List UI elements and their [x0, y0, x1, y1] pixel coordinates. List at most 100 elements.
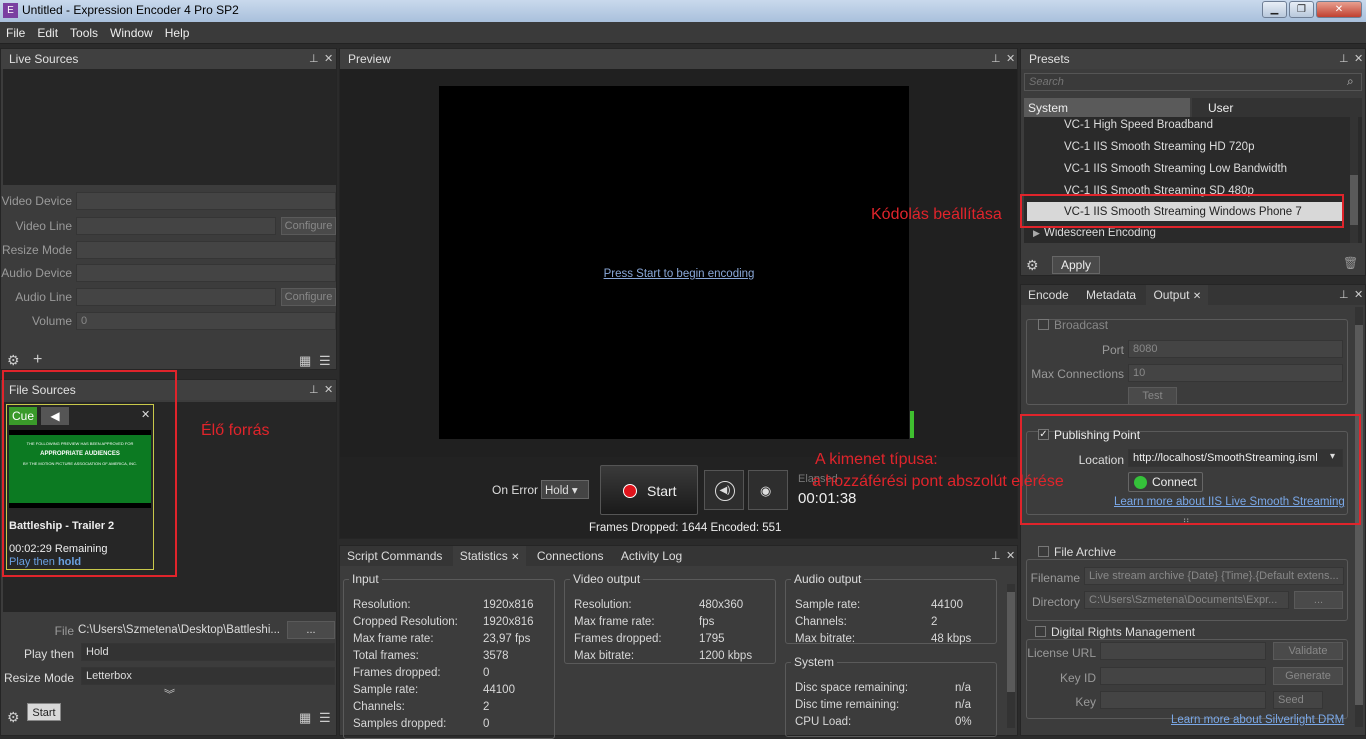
close-icon[interactable]: ✕	[1193, 291, 1201, 302]
audio-device-select[interactable]	[76, 264, 336, 282]
audio-output-title: Audio output	[791, 572, 865, 586]
tab-connections[interactable]: Connections	[530, 546, 611, 566]
preset-item[interactable]: VC-1 IIS Smooth Streaming Low Bandwidth	[1064, 163, 1287, 175]
trash-icon[interactable]: 🗑	[1343, 256, 1358, 270]
generate-button[interactable]: Generate	[1273, 667, 1343, 685]
browse-button[interactable]: ...	[287, 621, 335, 639]
audio-button[interactable]: ◀)	[704, 470, 744, 510]
pin-icon[interactable]: ⊥	[309, 383, 319, 396]
list-view-icon[interactable]: ☰	[319, 710, 331, 726]
add-icon[interactable]: +	[33, 351, 42, 369]
stat-value: 23,97 fps	[483, 633, 531, 645]
license-url-field[interactable]	[1100, 642, 1266, 660]
scrollbar[interactable]	[1007, 584, 1015, 728]
gear-icon[interactable]: ⚙	[7, 352, 20, 369]
video-configure-button[interactable]: Configure	[281, 217, 336, 235]
close-icon[interactable]: ✕	[1006, 549, 1015, 562]
pin-icon[interactable]: ⊥	[991, 549, 1001, 562]
menu-window[interactable]: Window	[104, 22, 159, 40]
tab-output[interactable]: Output ✕	[1146, 285, 1209, 305]
audio-configure-button[interactable]: Configure	[281, 288, 336, 306]
broadcast-checkbox[interactable]	[1038, 319, 1049, 330]
title-bar: E Untitled - Expression Encoder 4 Pro SP…	[0, 0, 1366, 22]
stat-value: 1920x816	[483, 616, 534, 628]
preset-item[interactable]: VC-1 IIS Smooth Streaming HD 720p	[1064, 141, 1254, 153]
pin-icon[interactable]: ⊥	[991, 52, 1001, 65]
expand-arrow-icon[interactable]: ▶	[1033, 228, 1040, 239]
statistics-panel: Script Commands Statistics ✕ Connections…	[339, 545, 1018, 739]
filename-field[interactable]: Live stream archive {Date} {Time}.{Defau…	[1084, 567, 1344, 585]
scrollbar-thumb[interactable]	[1350, 175, 1358, 225]
audio-line-select[interactable]	[76, 288, 276, 306]
learn-drm-link[interactable]: Learn more about Silverlight DRM	[1171, 714, 1344, 726]
preset-search-input[interactable]	[1024, 73, 1362, 91]
annotation-box-publishing-point	[1020, 414, 1361, 525]
directory-field[interactable]: C:\Users\Szmetena\Documents\Expr...	[1084, 591, 1289, 609]
stat-label: Max bitrate:	[795, 633, 856, 645]
close-icon[interactable]: ✕	[324, 52, 333, 65]
grid-view-icon[interactable]: ▦	[299, 710, 311, 726]
tab-activity-log[interactable]: Activity Log	[614, 546, 689, 566]
minimize-button[interactable]: ▁	[1262, 1, 1287, 18]
gear-icon[interactable]: ⚙	[1026, 257, 1039, 274]
tab-script-commands[interactable]: Script Commands	[340, 546, 449, 566]
volume-field[interactable]: 0	[76, 312, 336, 330]
test-button[interactable]: Test	[1128, 387, 1177, 405]
scrollbar[interactable]	[1350, 117, 1358, 243]
pin-icon[interactable]: ⊥	[1339, 288, 1349, 301]
on-error-select[interactable]: Hold ▾	[541, 480, 589, 499]
tab-user[interactable]: User	[1192, 98, 1362, 117]
directory-browse-button[interactable]: ...	[1294, 591, 1343, 609]
file-resize-select[interactable]: Letterbox	[81, 667, 335, 685]
tab-statistics[interactable]: Statistics ✕	[452, 546, 527, 566]
port-field[interactable]: 8080	[1128, 340, 1343, 358]
menu-edit[interactable]: Edit	[31, 22, 64, 40]
key-field[interactable]	[1100, 691, 1266, 709]
pin-icon[interactable]: ⊥	[1339, 52, 1349, 65]
seed-field[interactable]: Seed	[1273, 691, 1323, 709]
window-title: Untitled - Expression Encoder 4 Pro SP2	[22, 3, 239, 17]
play-then-select[interactable]: Hold	[81, 643, 335, 661]
maximize-button[interactable]: ❐	[1289, 1, 1314, 18]
close-icon[interactable]: ✕	[1354, 288, 1363, 301]
gear-icon[interactable]: ⚙	[7, 709, 20, 726]
live-source-list[interactable]	[3, 69, 336, 185]
pin-icon[interactable]: ⊥	[309, 52, 319, 65]
preset-item[interactable]: VC-1 High Speed Broadband	[1064, 119, 1213, 131]
validate-button[interactable]: Validate	[1273, 642, 1343, 660]
start-button[interactable]: Start	[600, 465, 698, 515]
drm-checkbox[interactable]	[1035, 626, 1046, 637]
tab-system[interactable]: System	[1024, 98, 1190, 117]
stat-label: Sample rate:	[353, 684, 419, 696]
presets-header: Presets ⊥ ✕	[1021, 49, 1365, 69]
stat-value: 2	[931, 616, 938, 628]
max-connections-field[interactable]: 10	[1128, 364, 1343, 382]
resize-mode-select[interactable]	[76, 241, 336, 259]
key-id-field[interactable]	[1100, 667, 1266, 685]
file-archive-checkbox[interactable]	[1038, 546, 1049, 557]
close-icon[interactable]: ✕	[1354, 52, 1363, 65]
menu-file[interactable]: File	[0, 22, 31, 40]
tab-encode[interactable]: Encode	[1021, 285, 1076, 305]
close-icon[interactable]: ✕	[511, 552, 519, 563]
tab-metadata[interactable]: Metadata	[1079, 285, 1143, 305]
audio-level-meter	[910, 411, 914, 438]
apply-button[interactable]: Apply	[1052, 256, 1100, 274]
preview-toggle-button[interactable]: ◉	[748, 470, 788, 510]
stat-label: Disc space remaining:	[795, 682, 909, 694]
list-view-icon[interactable]: ☰	[319, 353, 331, 369]
menu-tools[interactable]: Tools	[64, 22, 104, 40]
menu-help[interactable]: Help	[159, 22, 196, 40]
close-button[interactable]: ✕	[1316, 1, 1362, 18]
scrollbar-thumb[interactable]	[1007, 592, 1015, 692]
close-icon[interactable]: ✕	[1006, 52, 1015, 65]
preset-group-widescreen[interactable]: Widescreen Encoding	[1044, 227, 1156, 239]
video-line-select[interactable]	[76, 217, 276, 235]
grid-view-icon[interactable]: ▦	[299, 353, 311, 369]
expand-chevron-icon[interactable]: ︾	[164, 686, 175, 702]
stat-value: 480x360	[699, 599, 744, 611]
start-encoding-link[interactable]: Press Start to begin encoding	[439, 268, 919, 280]
video-device-select[interactable]	[76, 192, 336, 210]
record-icon	[623, 484, 637, 498]
close-icon[interactable]: ✕	[324, 383, 333, 396]
